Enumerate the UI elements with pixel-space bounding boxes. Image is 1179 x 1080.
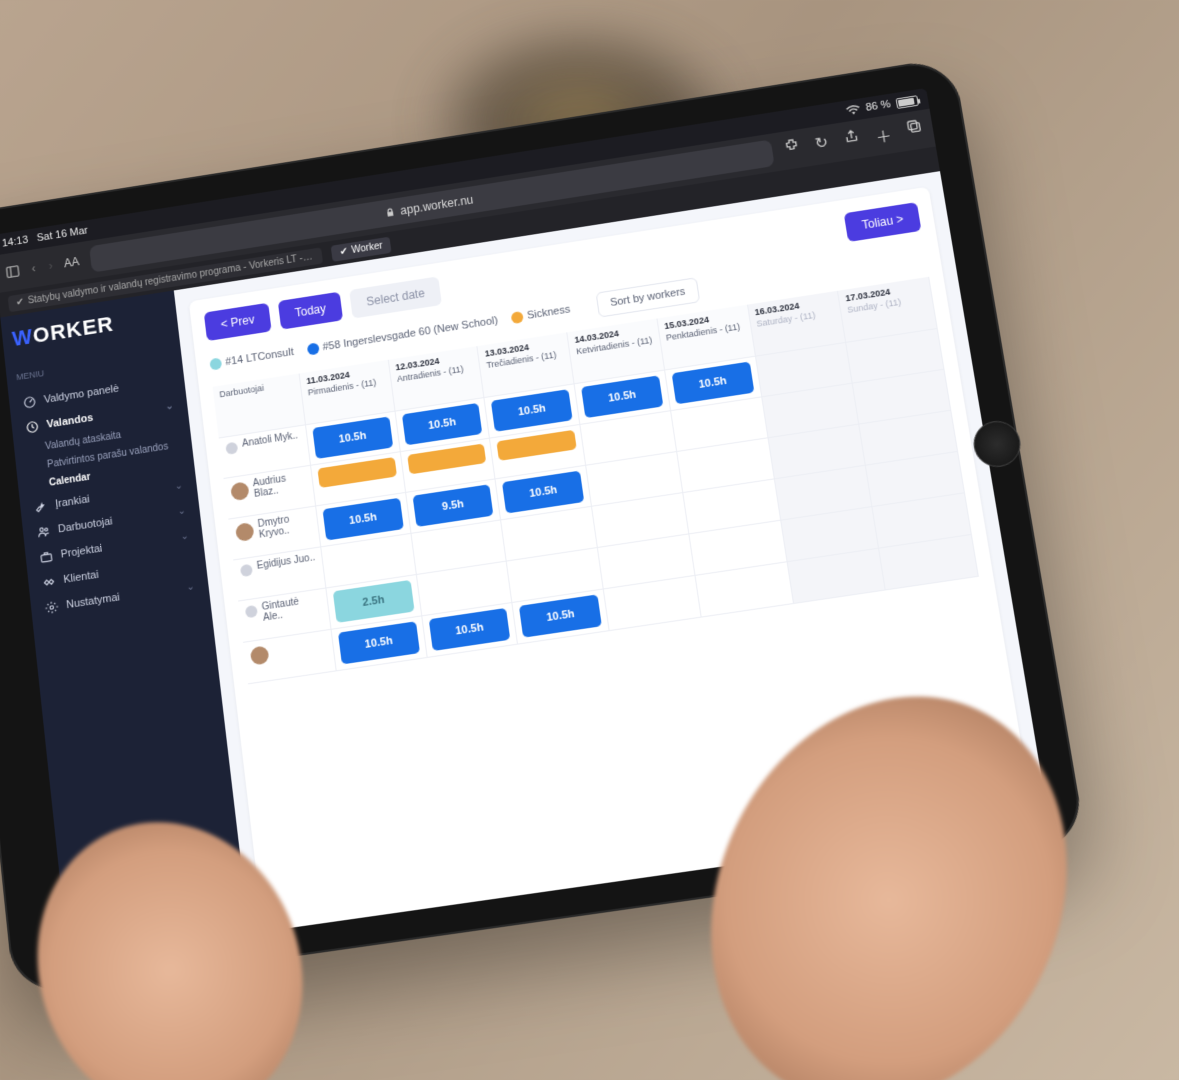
chevron-down-icon: ⌄	[180, 530, 189, 542]
worker-name: Gintautė Ale..	[261, 593, 323, 623]
avatar	[245, 605, 258, 619]
worker-name: Egidijus Juo..	[256, 552, 316, 571]
safari-url: app.worker.nu	[400, 193, 475, 218]
sidebar-item-label: Darbuotojai	[57, 516, 113, 536]
chevron-down-icon: ⌄	[165, 400, 174, 412]
logo-text: ORKER	[32, 312, 115, 348]
status-battery-pct: 86 %	[865, 99, 891, 114]
avatar	[235, 522, 255, 542]
hours-chip[interactable]: 10.5h	[519, 594, 602, 637]
battery-icon	[895, 95, 918, 109]
hours-chip[interactable]: 10.5h	[402, 403, 483, 446]
dashboard-icon	[22, 395, 37, 410]
briefcase-icon	[39, 549, 54, 565]
avatar	[250, 645, 270, 665]
sidebar-item-label: Įrankiai	[55, 494, 90, 511]
next-button[interactable]: Toliau >	[844, 202, 921, 242]
safari-tabs-icon[interactable]	[905, 118, 925, 143]
avatar	[230, 481, 250, 501]
extension-icon[interactable]	[782, 137, 801, 162]
clock-icon	[25, 419, 40, 434]
avatar	[240, 564, 253, 577]
sidebar-item-label: Klientai	[63, 569, 99, 586]
logo-accent: W	[11, 324, 34, 351]
hours-chip[interactable]: 9.5h	[412, 484, 494, 527]
legend-dot-icon	[306, 342, 319, 355]
hours-chip[interactable]: 10.5h	[491, 389, 573, 432]
legend-dot-icon	[511, 311, 524, 324]
prev-button[interactable]: < Prev	[204, 303, 272, 341]
safari-newtab-icon[interactable]: ＋	[874, 123, 893, 148]
hours-chip[interactable]: 10.5h	[323, 498, 404, 541]
users-icon	[36, 524, 51, 540]
worker-name: Anatoli Myk..	[242, 430, 299, 449]
chevron-down-icon: ⌄	[177, 505, 186, 517]
worker-name: Dmytro Kryvo..	[257, 511, 312, 540]
lock-icon	[384, 207, 395, 218]
chevron-down-icon: ⌄	[174, 480, 183, 492]
hours-chip[interactable]: 10.5h	[502, 471, 584, 514]
hours-chip[interactable]: 10.5h	[671, 362, 754, 405]
legend-dot-icon	[209, 357, 222, 370]
legend-item: Sickness	[511, 304, 571, 324]
select-date-button[interactable]: Select date	[349, 276, 442, 318]
tab-favicon-icon: ✔	[339, 246, 348, 258]
sort-by-workers[interactable]: Sort by workers	[596, 277, 700, 317]
hours-chip[interactable]: 10.5h	[338, 621, 420, 664]
chevron-down-icon: ⌄	[186, 581, 195, 593]
hours-chip[interactable]: 10.5h	[312, 416, 393, 459]
sidebar-item-label: Valandos	[46, 412, 94, 431]
sidebar-item-label: Nustatymai	[66, 591, 121, 611]
safari-tab-2-label: Worker	[351, 240, 383, 255]
status-time: 14:13	[1, 234, 28, 249]
gear-icon	[44, 600, 59, 616]
safari-back-icon[interactable]: ‹	[31, 262, 36, 276]
safari-share-icon[interactable]	[842, 128, 861, 153]
avatar	[225, 442, 238, 455]
safari-fwd-icon[interactable]: ›	[48, 259, 53, 273]
sidebar-toggle-icon[interactable]	[4, 263, 21, 280]
handshake-icon	[42, 574, 57, 590]
safari-aa-icon[interactable]: AA	[63, 255, 80, 270]
hours-chip[interactable]: 10.5h	[581, 375, 663, 418]
today-button[interactable]: Today	[278, 292, 343, 330]
legend-item: #14 LTConsult	[209, 346, 294, 370]
hours-chip[interactable]: 10.5h	[428, 608, 510, 651]
wifi-icon	[845, 104, 860, 116]
sidebar-item-label: Projektai	[60, 543, 103, 561]
tab-favicon-icon: ✔	[16, 296, 25, 308]
worker-name: Audrius Blaz..	[252, 471, 307, 500]
safari-reload-icon[interactable]: ↻	[814, 133, 831, 158]
hours-chip[interactable]: 2.5h	[333, 580, 415, 623]
wrench-icon	[33, 499, 48, 515]
